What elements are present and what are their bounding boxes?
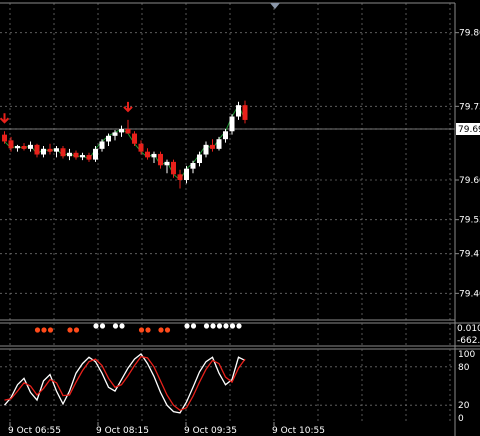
candle-body	[112, 132, 118, 136]
candle-body	[242, 105, 248, 120]
current-price-marker: 79.69	[456, 123, 480, 135]
candle-body	[197, 154, 202, 163]
dots-tick-upper: 0.0105	[457, 324, 480, 334]
candle-body	[60, 148, 66, 157]
dots-indicator-panel: 0.0105 -662.1	[0, 322, 480, 347]
candle-body	[2, 134, 7, 142]
buy-signal-dot	[203, 323, 210, 329]
time-tick-label: 9 Oct 09:35	[184, 426, 237, 436]
sell-signal-dot	[164, 327, 171, 333]
price-tick-label: 79.86	[459, 29, 480, 39]
buy-signal-dot	[112, 323, 119, 329]
buy-signal-dot	[119, 323, 125, 329]
candle-body	[171, 161, 176, 175]
forex-chart: 79.86 79.73 79.60 79.53 79.47 79.40 79.69 0.0…	[0, 2, 480, 436]
price-tick-label: 79.47	[459, 250, 480, 260]
main-price-panel: 79.86 79.73 79.60 79.53 79.47 79.40 79.69	[0, 2, 480, 436]
time-tick-label: 9 Oct 06:55	[8, 426, 61, 436]
price-axis-labels: 79.86 79.73 79.60 79.53 79.47 79.40	[455, 29, 480, 299]
candlesticks	[2, 100, 248, 189]
time-tick-label: 9 Oct 08:15	[96, 426, 149, 436]
signal-arrows	[0, 101, 133, 124]
stochastic-panel: 100 80 20 0	[0, 348, 480, 424]
candle-body	[15, 146, 20, 149]
sell-signal-dot	[67, 327, 73, 333]
buy-signal-dot	[210, 323, 216, 329]
buy-signal-dot	[184, 323, 190, 329]
candle-body	[177, 174, 183, 180]
signal-dots	[34, 323, 242, 333]
candle-body	[210, 144, 215, 149]
stoch-tick-label: 80	[458, 363, 470, 373]
candle-body	[138, 143, 144, 152]
sell-signal-dot	[34, 327, 41, 333]
buy-signal-dot	[99, 323, 106, 329]
main-grid	[0, 3, 455, 320]
candle-body	[34, 144, 40, 155]
candle-body	[223, 131, 228, 140]
price-tick-label: 79.53	[459, 216, 480, 226]
stoch-tick-label: 0	[458, 414, 464, 424]
candle-body	[8, 140, 14, 149]
stoch-tick-label: 100	[458, 350, 475, 360]
buy-signal-dot	[236, 323, 242, 329]
price-tick-label: 79.60	[459, 176, 480, 186]
buy-signal-dot	[216, 323, 223, 329]
candle-body	[145, 151, 150, 158]
candle-body	[158, 153, 163, 166]
candle-body	[41, 148, 46, 155]
candle-body	[73, 152, 79, 158]
candle-body	[80, 155, 85, 158]
stochastic-lines	[4, 353, 246, 414]
candle-body	[151, 153, 157, 158]
buy-signal-dot	[229, 323, 236, 329]
candle-body	[125, 129, 131, 134]
candle-body	[216, 139, 222, 149]
candle-body	[184, 168, 189, 180]
stoch-main-line	[4, 353, 246, 414]
candle-body	[93, 148, 98, 160]
stoch-grid	[0, 349, 455, 422]
sell-signal-dot	[73, 327, 80, 333]
candle-body	[106, 135, 111, 142]
current-price-label: 79.69	[458, 125, 480, 135]
price-tick-label: 79.73	[459, 102, 480, 112]
candle-body	[54, 148, 59, 152]
candle-body	[132, 133, 137, 144]
buy-signal-dot	[93, 323, 99, 329]
dots-tick-lower: -662.1	[457, 336, 480, 346]
candle-body	[86, 155, 92, 160]
time-axis-labels: 9 Oct 06:55 9 Oct 08:15 9 Oct 09:35 9 Oct 1…	[8, 422, 325, 436]
candle-body	[67, 152, 72, 157]
candle-body	[119, 129, 124, 133]
sell-signal-dot	[158, 327, 164, 333]
buy-signal-dot	[223, 323, 229, 329]
sell-signal-dot	[138, 327, 145, 333]
stoch-signal-line	[4, 355, 246, 412]
candle-body	[229, 116, 235, 132]
sell-signal-dot	[47, 327, 54, 333]
stoch-axis-labels: 100 80 20 0	[458, 350, 475, 424]
chart-shift-marker[interactable]	[270, 3, 280, 9]
candle-body	[28, 144, 33, 149]
price-tick-label: 79.40	[459, 289, 480, 299]
sell-signal-dot	[145, 327, 151, 333]
time-tick-label: 9 Oct 10:55	[272, 426, 325, 436]
candle-body	[203, 144, 209, 155]
close-trend-line	[4, 104, 246, 181]
candle-body	[21, 146, 27, 149]
buy-signal-dot	[190, 323, 197, 329]
candle-body	[190, 163, 196, 169]
candle-body	[47, 148, 53, 152]
sell-signal-dot	[41, 327, 47, 333]
candle-body	[236, 105, 241, 117]
sell-arrow-icon	[0, 113, 10, 124]
stoch-tick-label: 20	[458, 401, 470, 411]
candle-body	[99, 141, 105, 149]
candle-body	[164, 161, 170, 166]
